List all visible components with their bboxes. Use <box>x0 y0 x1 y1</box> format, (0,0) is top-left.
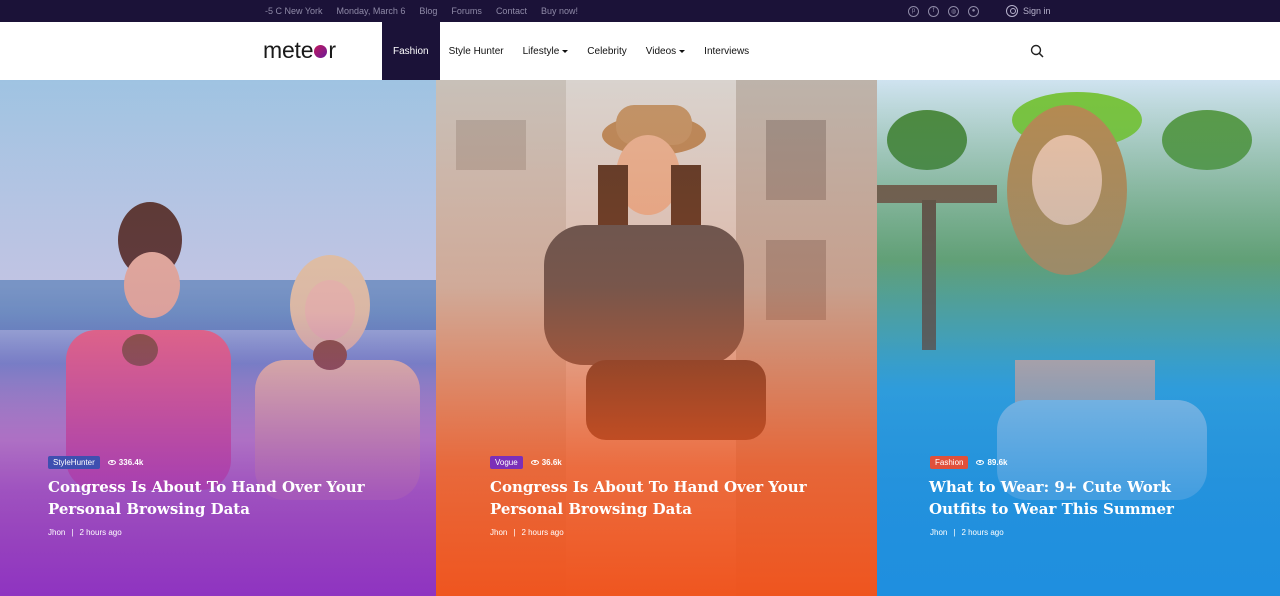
nav-item-celebrity[interactable]: Celebrity <box>578 22 636 80</box>
nav-label: Style Hunter <box>448 45 504 57</box>
post-meta: Vogue 36.6k <box>490 456 562 469</box>
view-count-value: 89.6k <box>987 458 1008 467</box>
top-bar: -5 C New York Monday, March 6 Blog Forum… <box>0 0 1280 22</box>
post-byline: Jhon | 2 hours ago <box>930 528 1004 537</box>
main-nav: mete r Fashion Style Hunter Lifestyle Cel… <box>0 22 1280 80</box>
top-link-blog[interactable]: Blog <box>419 6 437 16</box>
nav-label: Videos <box>645 45 677 57</box>
eye-icon <box>530 460 539 465</box>
top-link-contact[interactable]: Contact <box>496 6 527 16</box>
featured-post-card[interactable]: Vogue 36.6k Congress Is About To Hand Ov… <box>436 80 877 596</box>
github-icon[interactable]: ● <box>968 5 979 17</box>
nav-item-lifestyle[interactable]: Lifestyle <box>514 22 579 80</box>
post-title[interactable]: Congress Is About To Hand Over Your Pers… <box>490 476 830 520</box>
view-count-value: 336.4k <box>118 458 144 467</box>
nav-menu: Fashion Style Hunter Lifestyle Celebrity… <box>382 22 759 80</box>
nav-label: Fashion <box>393 45 429 57</box>
sign-in-link[interactable]: Sign in <box>1006 0 1051 22</box>
view-count: 336.4k <box>107 458 144 467</box>
post-time: 2 hours ago <box>961 528 1004 537</box>
chevron-down-icon <box>679 49 686 53</box>
search-icon[interactable] <box>1030 44 1044 58</box>
post-title[interactable]: Congress Is About To Hand Over Your Pers… <box>48 476 388 520</box>
nav-label: Lifestyle <box>522 45 560 57</box>
view-count-value: 36.6k <box>541 458 562 467</box>
post-meta: Fashion 89.6k <box>930 456 1008 469</box>
nav-item-fashion[interactable]: Fashion <box>382 22 440 80</box>
facebook-icon[interactable]: f <box>928 5 939 17</box>
nav-label: Interviews <box>704 45 750 57</box>
nav-label: Celebrity <box>587 45 627 57</box>
logo-text-left: mete <box>263 37 314 63</box>
post-meta: StyleHunter 336.4k <box>48 456 143 469</box>
post-byline: Jhon | 2 hours ago <box>48 528 122 537</box>
chevron-down-icon <box>562 49 569 53</box>
author-name[interactable]: Jhon <box>930 528 947 537</box>
sign-in-label: Sign in <box>1023 6 1051 16</box>
category-tag[interactable]: Fashion <box>930 456 969 469</box>
post-byline: Jhon | 2 hours ago <box>490 528 564 537</box>
featured-post-card[interactable]: StyleHunter 336.4k Congress Is About To … <box>0 80 436 596</box>
featured-posts: StyleHunter 336.4k Congress Is About To … <box>0 80 1280 596</box>
author-name[interactable]: Jhon <box>490 528 507 537</box>
post-time: 2 hours ago <box>79 528 122 537</box>
logo-text-right: r <box>328 37 336 63</box>
view-count: 89.6k <box>976 458 1008 467</box>
eye-icon <box>976 460 985 465</box>
dribbble-icon[interactable]: ◍ <box>948 5 959 17</box>
nav-item-style-hunter[interactable]: Style Hunter <box>440 22 514 80</box>
category-tag[interactable]: Vogue <box>490 456 523 469</box>
byline-divider: | <box>71 528 74 537</box>
user-icon <box>1006 5 1018 17</box>
category-tag[interactable]: StyleHunter <box>48 456 100 469</box>
weather-text: -5 C New York <box>265 6 323 16</box>
author-name[interactable]: Jhon <box>48 528 65 537</box>
featured-post-card[interactable]: Fashion 89.6k What to Wear: 9+ Cute Work… <box>877 80 1280 596</box>
social-links: p f ◍ ● <box>908 0 979 22</box>
top-link-forums[interactable]: Forums <box>451 6 482 16</box>
view-count: 36.6k <box>530 458 562 467</box>
byline-divider: | <box>513 528 516 537</box>
post-title[interactable]: What to Wear: 9+ Cute Work Outfits to We… <box>929 476 1229 520</box>
pinterest-icon[interactable]: p <box>908 5 919 17</box>
eye-icon <box>107 460 116 465</box>
nav-item-interviews[interactable]: Interviews <box>695 22 759 80</box>
top-link-buy-now[interactable]: Buy now! <box>541 6 578 16</box>
byline-divider: | <box>953 528 956 537</box>
nav-item-videos[interactable]: Videos <box>637 22 695 80</box>
date-text: Monday, March 6 <box>336 6 406 16</box>
site-logo[interactable]: mete r <box>263 37 336 64</box>
logo-o-mark <box>314 45 328 58</box>
top-bar-left: -5 C New York Monday, March 6 Blog Forum… <box>265 0 578 22</box>
post-time: 2 hours ago <box>521 528 564 537</box>
